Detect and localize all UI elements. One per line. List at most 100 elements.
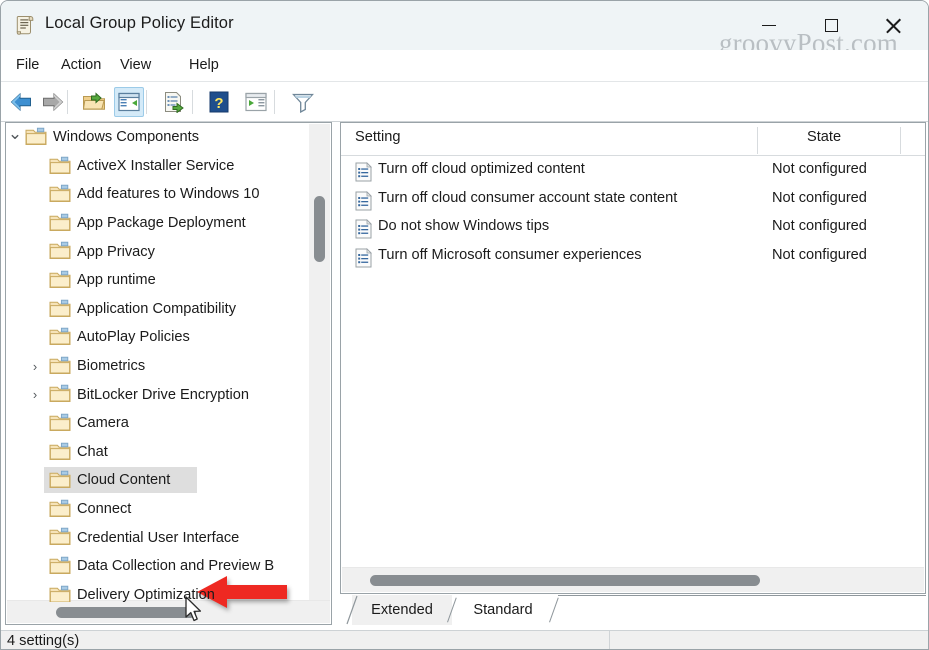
tree-item-app-runtime[interactable]: App runtime (6, 266, 309, 295)
column-divider[interactable] (757, 127, 758, 154)
folder-icon (25, 127, 47, 151)
settings-list-row[interactable]: Do not show Windows tips Not configured (341, 215, 925, 244)
export-list-icon[interactable] (159, 87, 189, 117)
folder-icon (49, 384, 71, 408)
tree-item-cloud-content[interactable]: Cloud Content (6, 466, 309, 495)
tree-item-delivery-optimization[interactable]: Delivery Optimization (6, 581, 309, 602)
folder-icon (49, 442, 71, 466)
folder-icon (49, 327, 71, 351)
tree-item-autoplay-policies[interactable]: AutoPlay Policies (6, 323, 309, 352)
tree-item-application-compatibility[interactable]: Application Compatibility (6, 295, 309, 324)
tree-item-label: Windows Components (53, 129, 200, 146)
folder-icon (49, 270, 71, 294)
chevron-down-icon[interactable]: ⌄ (6, 123, 24, 148)
tree-item-biometrics[interactable]: › Biometrics (6, 352, 309, 381)
folder-icon (49, 356, 71, 380)
settings-list-row[interactable]: Turn off Microsoft consumer experiences N… (341, 244, 925, 273)
tree-item-windows-components[interactable]: ⌄ Windows Components (6, 123, 309, 152)
back-arrow-icon[interactable] (7, 87, 37, 117)
folder-icon (49, 184, 71, 208)
folder-icon (49, 241, 71, 265)
menu-action[interactable]: Action (54, 55, 108, 75)
policy-setting-icon (355, 162, 372, 187)
folder-icon (49, 527, 71, 551)
window-title: Local Group Policy Editor (45, 14, 234, 32)
help-icon[interactable]: ? (204, 87, 234, 117)
list-horizontal-scrollbar[interactable] (342, 567, 924, 592)
console-tree-pane: ⌄ Windows Components ActiveX Installer Ser… (5, 122, 332, 625)
list-horizontal-scroll-thumb[interactable] (370, 575, 760, 586)
tree-item-label: BitLocker Drive Encryption (77, 386, 249, 403)
tree-item-label: Biometrics (77, 358, 146, 375)
show-console-tree-icon[interactable] (241, 87, 271, 117)
tree-item-app-package-deployment[interactable]: App Package Deployment (6, 209, 309, 238)
settings-list-row[interactable]: Turn off cloud consumer account state co… (341, 187, 925, 216)
tree-item-label: Delivery Optimization (77, 586, 215, 602)
tree-horizontal-scrollbar[interactable] (7, 600, 330, 623)
menu-view[interactable]: View (113, 55, 158, 75)
settings-list-pane: Setting State Turn off cloud optimized c… (340, 122, 926, 594)
setting-state: Not configured (772, 246, 867, 263)
folder-icon (49, 556, 71, 580)
settings-list-row[interactable]: Turn off cloud optimized content Not conf… (341, 158, 925, 187)
tree-item-add-features-to-windows-10[interactable]: Add features to Windows 10 (6, 180, 309, 209)
tree-item-connect[interactable]: Connect (6, 495, 309, 524)
setting-state: Not configured (772, 189, 867, 206)
status-bar-divider (609, 631, 610, 649)
local-group-policy-editor-window: Local Group Policy Editor groovyPost.com… (0, 0, 929, 650)
tree-item-label: App Package Deployment (77, 215, 246, 232)
tree-item-credential-user-interface[interactable]: Credential User Interface (6, 523, 309, 552)
setting-name: Turn off cloud consumer account state co… (378, 189, 678, 206)
tree-item-label: Application Compatibility (77, 300, 236, 317)
menu-file[interactable]: File (9, 55, 46, 75)
up-folder-icon[interactable] (79, 87, 109, 117)
forward-arrow-icon[interactable] (37, 87, 67, 117)
toolbar-separator (274, 90, 275, 114)
status-text: 4 setting(s) (7, 633, 80, 649)
menu-bar: File Action View Help (1, 50, 928, 82)
column-header-setting[interactable]: Setting (355, 129, 400, 145)
tree-vertical-scrollbar[interactable] (309, 124, 330, 601)
filter-icon[interactable] (288, 87, 318, 117)
tree-item-label: Camera (77, 415, 129, 432)
column-divider[interactable] (900, 127, 901, 154)
menu-help[interactable]: Help (182, 55, 226, 75)
tree-horizontal-scroll-thumb[interactable] (56, 607, 196, 618)
show-hide-tree-icon[interactable] (114, 87, 144, 117)
tab-edge-mid (447, 597, 457, 623)
folder-icon (49, 499, 71, 523)
tab-extended[interactable]: Extended (352, 595, 452, 625)
console-tree[interactable]: ⌄ Windows Components ActiveX Installer Ser… (6, 123, 309, 602)
tree-item-activex-installer-service[interactable]: ActiveX Installer Service (6, 152, 309, 181)
tab-edge-right (549, 597, 559, 623)
policy-setting-icon (355, 247, 372, 273)
tree-item-label: App runtime (77, 272, 156, 289)
tree-item-label: Credential User Interface (77, 529, 240, 546)
tab-standard[interactable]: Standard (452, 595, 554, 625)
folder-icon (49, 156, 71, 180)
tree-item-data-collection-and-preview-b[interactable]: Data Collection and Preview B (6, 552, 309, 581)
tree-item-label: ActiveX Installer Service (77, 157, 235, 174)
policy-setting-icon (355, 190, 372, 216)
toolbar-separator (192, 90, 193, 114)
title-bar: Local Group Policy Editor groovyPost.com (1, 1, 928, 58)
tree-item-camera[interactable]: Camera (6, 409, 309, 438)
tree-item-bitlocker-drive-encryption[interactable]: › BitLocker Drive Encryption (6, 380, 309, 409)
tree-vertical-scroll-thumb[interactable] (314, 196, 325, 262)
tree-item-label: Cloud Content (77, 472, 171, 489)
view-tab-strip: Extended Standard (340, 595, 926, 625)
tree-item-chat[interactable]: Chat (6, 438, 309, 467)
folder-icon (49, 413, 71, 437)
column-header-state[interactable]: State (807, 129, 841, 145)
toolbar-separator (146, 90, 147, 114)
folder-icon (49, 585, 71, 602)
setting-state: Not configured (772, 161, 867, 177)
toolbar-separator (67, 90, 68, 114)
chevron-right-icon[interactable]: › (26, 352, 44, 380)
tree-item-app-privacy[interactable]: App Privacy (6, 237, 309, 266)
svg-text:?: ? (214, 95, 223, 112)
chevron-right-icon[interactable]: › (26, 381, 44, 409)
setting-name: Turn off cloud optimized content (378, 161, 585, 177)
folder-icon (49, 470, 71, 494)
policy-scroll-icon (13, 13, 37, 37)
